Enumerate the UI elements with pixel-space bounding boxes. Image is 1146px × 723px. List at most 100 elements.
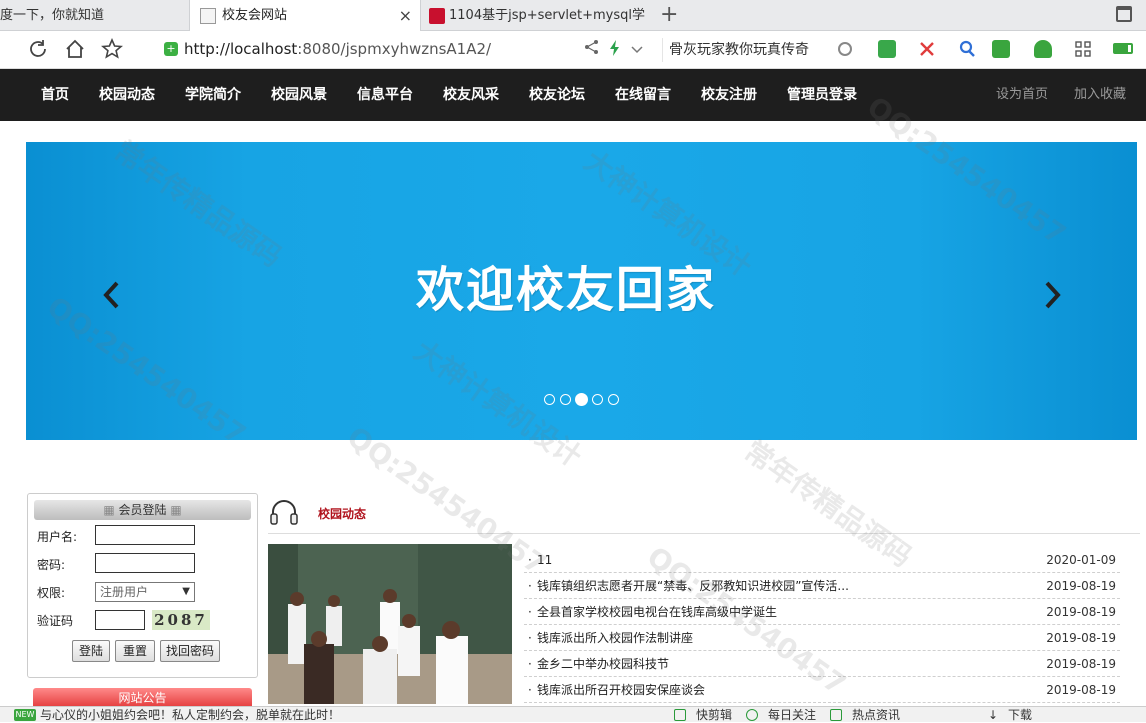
add-favorite-link[interactable]: 加入收藏 [1074,69,1126,121]
carousel-dot[interactable] [592,394,603,405]
battery-icon [1113,43,1133,54]
news-item[interactable]: · 11 2020-01-09 [524,547,1120,573]
dropdown-chevron-icon[interactable] [625,38,649,62]
bullet: · [528,683,532,697]
set-homepage-link[interactable]: 设为首页 [996,69,1048,121]
nav-alumni-register[interactable]: 校友注册 [701,69,757,121]
new-badge: NEW [14,709,36,721]
username-label: 用户名: [37,530,78,544]
project-favicon-icon [429,8,445,24]
bullet: · [528,579,532,593]
divider [268,533,1140,534]
browser-tab-bar: 度一下，你就知道 校友会网站 × 1104基于jsp+servlet+mysql… [0,0,1146,32]
carousel-prev-arrow-icon[interactable] [102,280,122,310]
role-select[interactable]: 注册用户 ▼ [95,582,195,602]
carousel-dots [544,393,624,408]
news-item[interactable]: · 钱库派出所入校园作法制讲座 2019-08-19 [524,625,1120,651]
bookmark-star-icon[interactable] [100,37,124,62]
news-item[interactable]: · 金乡二中举办校园科技节 2019-08-19 [524,651,1120,677]
security-shield-icon[interactable] [1034,40,1052,58]
captcha-image[interactable]: 2087 [152,610,210,630]
video-clip-icon [674,709,686,721]
news-item-title[interactable]: 金乡二中举办校园科技节 [537,651,669,677]
news-item-title[interactable]: 钱库镇组织志愿者开展“禁毒、反邪教知识进校园”宣传活... [537,573,849,599]
tab-label: 校友会网站 [222,8,288,23]
news-photo[interactable] [268,544,512,704]
status-item-clip[interactable]: 快剪辑 [696,707,732,723]
news-item[interactable]: · 钱库派出所召开校园安保座谈会 2019-08-19 [524,677,1120,703]
download-icon[interactable]: ↓ [988,707,998,723]
share-icon[interactable] [580,38,604,62]
banner-title: 欢迎校友回家 [415,262,716,318]
magnifier-icon[interactable] [958,40,976,58]
news-item-date: 2019-08-19 [1046,631,1116,645]
status-ad-text[interactable]: 与心仪的小姐姐约会吧！私人定制约会，脱单就在此时！ [40,707,340,723]
news-item[interactable]: · 钱库镇组织志愿者开展“禁毒、反邪教知识进校园”宣传活... 2019-08-… [524,573,1120,599]
reset-button[interactable]: 重置 [115,640,155,662]
tab-project[interactable]: 1104基于jsp+servlet+mysql学 [421,0,651,31]
member-login-panel: ▦ 会员登陆 ▦ 用户名: 密码: 权限: 注册用户 ▼ 验证码 2087 登陆… [27,493,258,678]
news-item-title[interactable]: 全县首家学校校园电视台在钱库高级中学诞生 [537,599,777,625]
nav-campus-scenery[interactable]: 校园风景 [271,69,327,121]
tab-alumni-site[interactable]: 校友会网站 × [189,0,421,32]
restore-window-icon[interactable] [1116,6,1132,22]
news-item-title[interactable]: 钱库派出所入校园作法制讲座 [537,625,693,651]
lightning-icon[interactable] [603,38,627,62]
carousel-next-arrow-icon[interactable] [1042,280,1062,310]
tab-label: 1104基于jsp+servlet+mysql学 [449,8,646,23]
site-navigation: 首页 校园动态 学院简介 校园风景 信息平台 校友风采 校友论坛 在线留言 校友… [0,69,1146,121]
url-path: :8080/jspmxyhwznsA1A2/ [297,40,492,58]
nav-admin-login[interactable]: 管理员登录 [787,69,857,121]
tab-close-icon[interactable]: × [399,0,412,31]
news-section-title[interactable]: 校园动态 [318,505,366,522]
new-tab-button[interactable]: + [660,3,678,27]
daily-focus-icon [746,709,758,721]
nav-college-intro[interactable]: 学院简介 [185,69,241,121]
recover-password-button[interactable]: 找回密码 [160,640,220,662]
status-item-hotnews[interactable]: 热点资讯 [852,707,900,723]
nav-info-platform[interactable]: 信息平台 [357,69,413,121]
nav-alumni-forum[interactable]: 校友论坛 [529,69,585,121]
nav-alumni-style[interactable]: 校友风采 [443,69,499,121]
headphones-icon [268,496,300,528]
address-bar-row: + http://localhost:8080/jspmxyhwznsA1A2/… [0,31,1146,69]
nav-campus-news[interactable]: 校园动态 [99,69,155,121]
news-item-title[interactable]: 钱库派出所召开校园安保座谈会 [537,677,705,703]
status-item-daily[interactable]: 每日关注 [768,707,816,723]
captcha-input[interactable] [95,610,145,630]
carousel-dot-active[interactable] [575,393,588,406]
bullet: · [528,553,532,567]
username-input[interactable] [95,525,195,545]
url-text: http://localhost:8080/jspmxyhwznsA1A2/ [184,40,491,58]
refresh-icon[interactable] [26,38,50,62]
url-field[interactable]: + http://localhost:8080/jspmxyhwznsA1A2/ [160,38,650,62]
news-item-date: 2019-08-19 [1046,579,1116,593]
tab-baidu[interactable]: 度一下，你就知道 [0,0,188,31]
home-icon[interactable] [63,38,87,62]
carousel-dot[interactable] [560,394,571,405]
role-label: 权限: [37,586,66,600]
login-header-text: 会员登陆 [118,503,167,517]
carousel-dot[interactable] [608,394,619,405]
news-item-date: 2019-08-19 [1046,657,1116,671]
hot-news-icon [830,709,842,721]
password-input[interactable] [95,553,195,573]
login-button[interactable]: 登陆 [72,640,110,662]
nav-home[interactable]: 首页 [41,69,69,121]
captcha-label: 验证码 [37,614,74,628]
news-item[interactable]: · 全县首家学校校园电视台在钱库高级中学诞生 2019-08-19 [524,599,1120,625]
notice-header-text: 网站公告 [118,691,167,705]
search-input[interactable]: 骨灰玩家教你玩真传奇 [662,38,852,62]
carousel-dot[interactable] [544,394,555,405]
game-icon[interactable] [992,40,1010,58]
search-icon[interactable] [838,42,852,56]
news-item-title[interactable]: 11 [537,547,552,573]
scissors-icon[interactable] [918,40,936,58]
nav-guestbook[interactable]: 在线留言 [615,69,671,121]
news-list: · 11 2020-01-09 · 钱库镇组织志愿者开展“禁毒、反邪教知识进校园… [524,547,1120,703]
status-item-download[interactable]: 下载 [1008,707,1032,723]
translate-icon[interactable] [878,40,896,58]
search-text: 骨灰玩家教你玩真传奇 [669,42,809,58]
apps-grid-icon[interactable] [1074,40,1092,58]
secure-shield-icon: + [164,42,178,56]
